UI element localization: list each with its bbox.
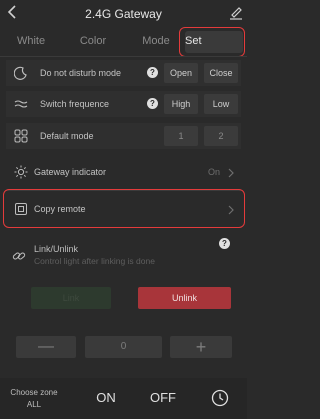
default-mode-2-button[interactable]: 2 [204,126,238,146]
tab-white[interactable]: White [6,35,56,47]
link-title: Link/Unlink [34,244,79,254]
link-button[interactable]: Link [31,287,111,309]
page-title: 2.4G Gateway [85,7,162,21]
minus-button[interactable]: — [16,336,76,358]
setting-row-gateway-indicator[interactable]: Gateway indicator On [6,160,241,184]
gateway-indicator-value: On [208,167,221,177]
frequence-low-button[interactable]: Low [204,94,238,114]
dnd-open-button[interactable]: Open [164,63,198,83]
off-button[interactable]: OFF [143,390,183,405]
help-icon[interactable]: ? [147,98,158,109]
annotation-highlight-copy-remote [3,189,245,228]
frequence-label: Switch frequence [40,99,110,109]
sun-icon [14,165,28,179]
setting-row-default-mode: Default mode 1 2 [6,123,241,149]
edit-icon[interactable] [228,3,244,21]
unlink-button[interactable]: Unlink [138,287,231,309]
dnd-close-button[interactable]: Close [204,63,238,83]
on-button[interactable]: ON [86,390,126,405]
setting-row-dnd: Do not disturb mode ? Open Close [6,60,241,86]
frequence-high-button[interactable]: High [164,94,198,114]
bottom-bar: Choose zone ALL ON OFF [0,378,247,419]
moon-icon [13,66,28,80]
annotation-highlight-set-tab [179,27,245,57]
choose-zone-label[interactable]: Choose zone [4,388,64,397]
tab-color[interactable]: Color [68,35,118,47]
tab-mode[interactable]: Mode [131,35,181,47]
gateway-indicator-label: Gateway indicator [34,167,107,177]
tab-divider [0,56,247,57]
grid-icon [14,129,28,143]
zone-value[interactable]: ALL [4,400,64,409]
link-section: Link/Unlink Control light after linking … [6,236,241,276]
help-icon[interactable]: ? [219,238,230,249]
clock-icon[interactable] [211,389,229,412]
help-icon[interactable]: ? [147,67,158,78]
link-icon [12,249,26,263]
dnd-label: Do not disturb mode [40,68,122,78]
header: 2.4G Gateway [0,0,247,28]
waves-icon [14,97,28,111]
link-subtitle: Control light after linking is done [34,256,155,266]
default-mode-1-button[interactable]: 1 [164,126,198,146]
default-mode-label: Default mode [40,131,94,141]
chevron-right-icon [227,166,235,184]
value-display: 0 [85,336,162,358]
plus-button[interactable]: + [170,336,232,358]
setting-row-frequence: Switch frequence ? High Low [6,91,241,117]
